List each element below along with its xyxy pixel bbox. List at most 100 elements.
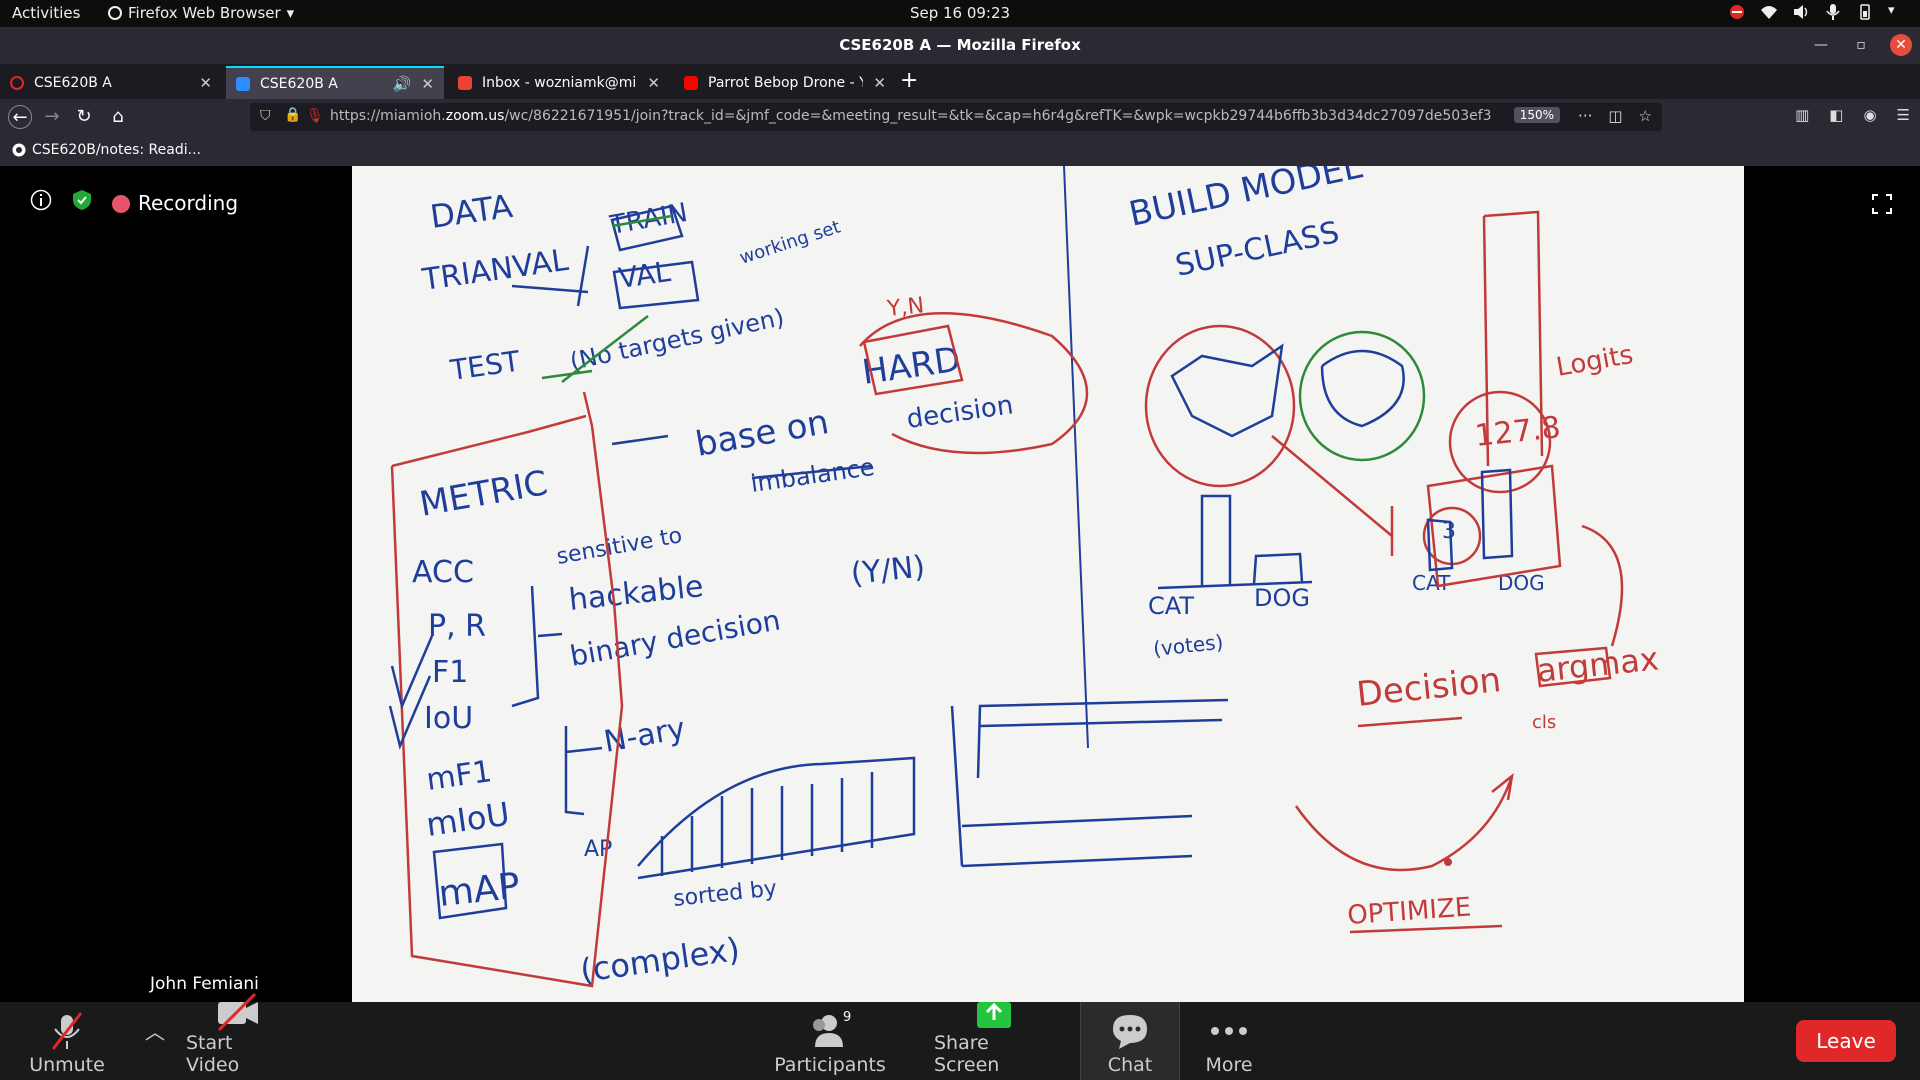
- maximize-button[interactable]: ▫: [1850, 34, 1872, 56]
- bookmark-cse620b-notes[interactable]: CSE620B/notes: Readi...: [12, 142, 201, 158]
- tab-label: CSE620B A: [260, 75, 338, 92]
- note-decision: decision: [905, 390, 1015, 435]
- recording-indicator[interactable]: Recording: [112, 191, 238, 215]
- navigation-bar: ← → ↻ ⌂ ⛉ 🔒 🎙 https://miamioh.zoom.us/wc…: [0, 99, 1920, 135]
- encryption-shield-icon[interactable]: [70, 188, 94, 217]
- chat-label: Chat: [1107, 1054, 1153, 1076]
- note-no-targets: (No targets given): [567, 303, 786, 376]
- activities-button[interactable]: Activities: [12, 4, 80, 22]
- firefox-icon: [108, 6, 122, 20]
- url-text[interactable]: https://miamioh.zoom.us/wc/86221671951/j…: [330, 108, 1492, 124]
- microphone-icon: [1824, 3, 1842, 21]
- meeting-info-icon[interactable]: [30, 189, 52, 216]
- start-video-label: Start Video: [186, 1032, 240, 1076]
- forward-button[interactable]: →: [40, 105, 64, 129]
- note-dog: DOG: [1254, 584, 1310, 612]
- note-cat: CAT: [1148, 592, 1194, 620]
- battery-icon: [1856, 3, 1874, 21]
- note-logits: Logits: [1554, 340, 1635, 383]
- note-metric: METRIC: [417, 463, 551, 525]
- app-menu[interactable]: Firefox Web Browser ▾: [108, 4, 294, 22]
- new-tab-button[interactable]: +: [900, 68, 918, 93]
- note-working-set: working set: [737, 216, 843, 268]
- recording-dot-icon: [112, 195, 130, 213]
- tab-inbox[interactable]: Inbox - wozniamk@miamioh.edu ✕: [448, 66, 670, 99]
- url-prefix: https://miamioh.: [330, 108, 446, 124]
- note-iou: IoU: [424, 701, 473, 736]
- participants-label: Participants: [774, 1054, 886, 1076]
- note-test: TEST: [447, 344, 522, 387]
- note-yn-paren: (Y/N): [849, 549, 927, 592]
- minimize-button[interactable]: —: [1810, 34, 1832, 56]
- chat-button[interactable]: Chat: [1080, 1002, 1180, 1080]
- close-window-button[interactable]: ✕: [1890, 34, 1912, 56]
- tab-label: CSE620B A: [34, 74, 112, 91]
- leave-meeting-button[interactable]: Leave: [1796, 1020, 1896, 1062]
- url-domain: zoom.us: [445, 108, 505, 124]
- youtube-favicon-icon: [684, 75, 698, 90]
- sidebar-icon[interactable]: ◧: [1829, 106, 1843, 124]
- more-button[interactable]: More: [1196, 1002, 1262, 1080]
- close-tab-icon[interactable]: ✕: [199, 74, 212, 92]
- url-bar[interactable]: ⛉ 🔒 🎙 https://miamioh.zoom.us/wc/8622167…: [250, 103, 1662, 131]
- chevron-up-icon: ︿: [145, 1019, 165, 1044]
- zoom-level-button[interactable]: 150%: [1513, 107, 1560, 123]
- bookmarks-toolbar: CSE620B/notes: Readi...: [0, 135, 1920, 166]
- zoom-recording-favicon-icon: [10, 75, 24, 90]
- share-screen-icon: [974, 992, 1014, 1032]
- note-sensitive-to: sensitive to: [555, 523, 684, 570]
- participant-count: 9: [843, 1011, 851, 1025]
- note-cat-small: CAT: [1412, 571, 1451, 595]
- video-off-icon: [215, 992, 261, 1032]
- bookmark-star-icon[interactable]: ☆: [1639, 107, 1652, 125]
- window-title-bar: CSE620B A — Mozilla Firefox — ▫ ✕: [0, 27, 1920, 64]
- app-menu-label: Firefox Web Browser: [128, 4, 281, 22]
- close-tab-icon[interactable]: ✕: [647, 74, 660, 92]
- gmail-favicon-icon: [458, 75, 472, 90]
- library-icon[interactable]: ▥: [1795, 106, 1809, 124]
- speaker-icon[interactable]: 🔊: [393, 75, 412, 93]
- more-dots-icon: [1207, 1008, 1251, 1054]
- note-map: mAP: [437, 866, 522, 915]
- note-sup-class: SUP-CLASS: [1172, 215, 1342, 284]
- microphone-permission-icon[interactable]: 🎙: [306, 108, 324, 124]
- zoom-favicon-icon: [236, 76, 250, 91]
- shield-icon[interactable]: ⛉: [260, 108, 271, 124]
- start-video-button[interactable]: Start Video: [186, 992, 290, 1080]
- close-tab-icon[interactable]: ✕: [873, 74, 886, 92]
- note-val: VAL: [616, 255, 673, 295]
- shared-whiteboard-video: DATA TRAIN TRIANVAL VAL working set TEST…: [352, 166, 1744, 1002]
- unmute-button[interactable]: Unmute: [29, 1002, 105, 1080]
- github-icon: [12, 143, 26, 157]
- note-hackable: hackable: [567, 569, 705, 618]
- back-button[interactable]: ←: [8, 105, 32, 129]
- url-path: /wc/86221671951/join?track_id=&jmf_code=…: [504, 108, 1492, 124]
- tab-cse620b-1[interactable]: CSE620B A ✕: [0, 66, 222, 99]
- hamburger-menu-icon[interactable]: ☰: [1897, 106, 1910, 124]
- note-sorted-by: sorted by: [672, 876, 778, 912]
- audio-options-button[interactable]: ︿: [140, 1002, 170, 1080]
- lock-icon[interactable]: 🔒: [284, 107, 301, 123]
- tab-youtube[interactable]: Parrot Bebop Drone - YouTube ✕: [674, 66, 896, 99]
- meeting-view: DATA TRAIN TRIANVAL VAL working set TEST…: [0, 166, 1920, 1002]
- page-actions-icon[interactable]: ···: [1578, 107, 1592, 125]
- tab-label: Inbox - wozniamk@miamioh.edu: [482, 74, 637, 91]
- pocket-icon[interactable]: ◫: [1608, 107, 1622, 125]
- whiteboard-drawing: DATA TRAIN TRIANVAL VAL working set TEST…: [388, 166, 1660, 990]
- close-tab-icon[interactable]: ✕: [421, 75, 434, 93]
- note-mf1: mF1: [424, 754, 494, 798]
- tab-strip: CSE620B A ✕ CSE620B A 🔊 ✕ Inbox - woznia…: [0, 64, 1920, 99]
- home-button[interactable]: ⌂: [106, 105, 130, 129]
- volume-icon: [1792, 3, 1810, 21]
- tab-cse620b-2[interactable]: CSE620B A 🔊 ✕: [226, 66, 444, 99]
- system-tray[interactable]: ▾: [1728, 3, 1906, 21]
- reload-button[interactable]: ↻: [72, 105, 96, 129]
- note-acc: ACC: [412, 555, 474, 590]
- share-screen-button[interactable]: Share Screen: [934, 1002, 1054, 1080]
- fullscreen-icon[interactable]: [1872, 194, 1892, 214]
- chat-bubble-icon: [1109, 1008, 1151, 1054]
- participants-button[interactable]: 9 Participants: [774, 1002, 886, 1080]
- note-pr: P, R: [428, 609, 486, 644]
- account-icon[interactable]: ◉: [1863, 106, 1876, 124]
- active-speaker-name: John Femiani: [150, 974, 259, 994]
